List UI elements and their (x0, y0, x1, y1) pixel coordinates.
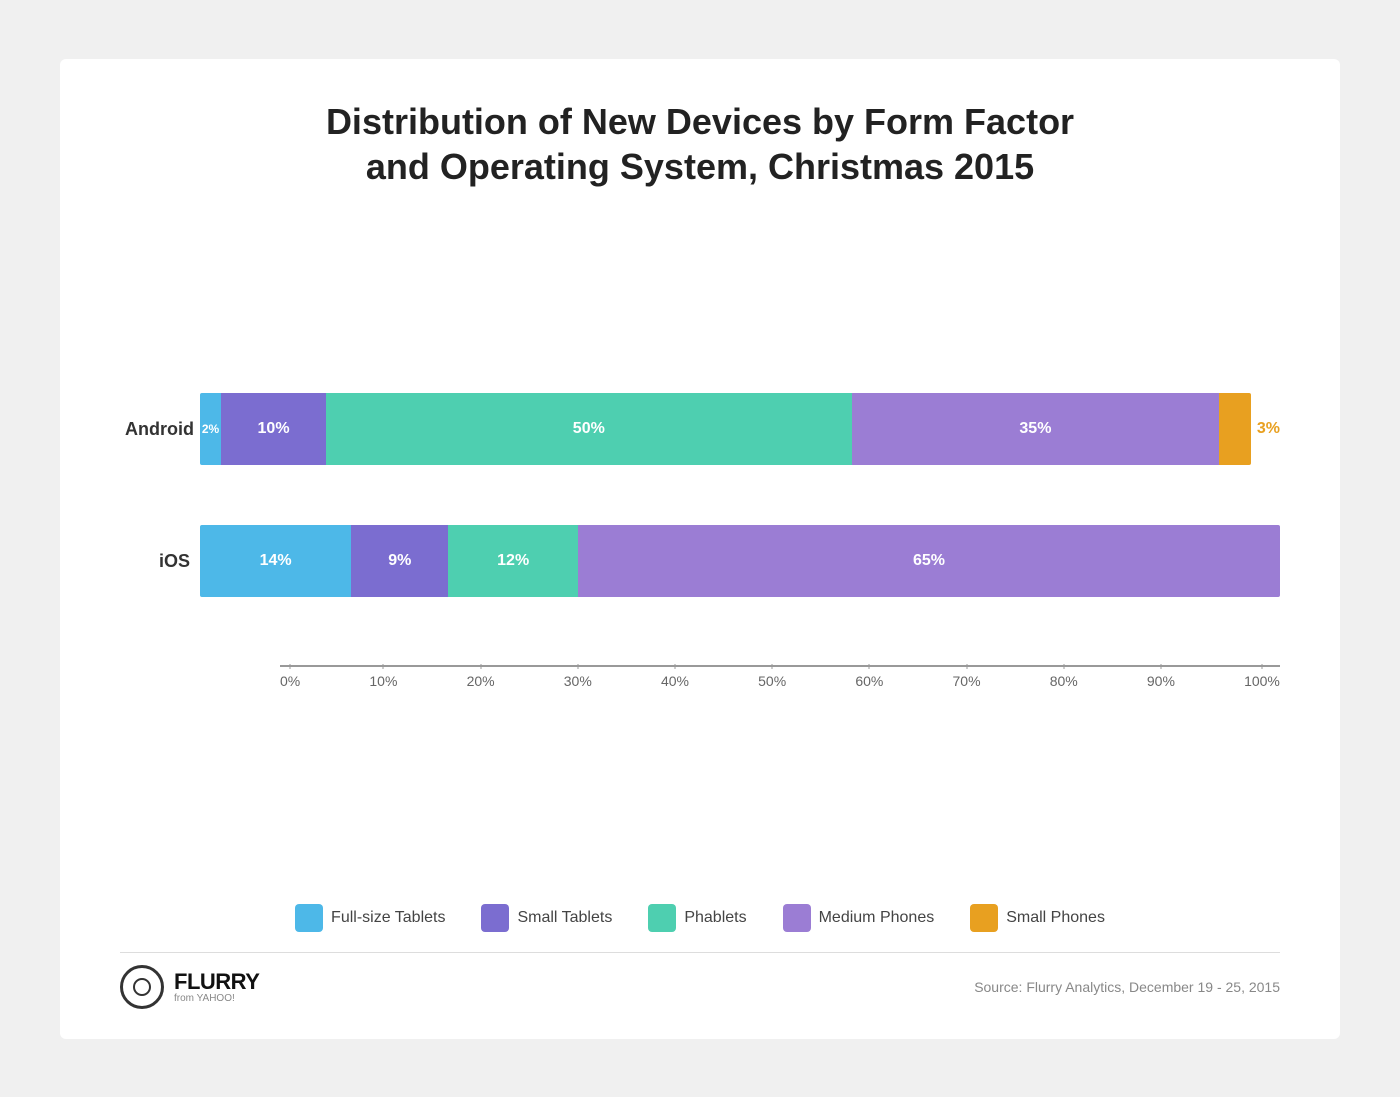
x-axis: 0% 10% 20% 30% 40% 50% 60% 70% 80% 90% 1… (280, 665, 1280, 689)
android-bar-track: 2% 10% 50% 35% (200, 393, 1251, 465)
flurry-name: FLURRY (174, 969, 259, 994)
android-bar-group: Android 2% 10% 50% 35% (200, 393, 1280, 465)
phablets-swatch (648, 904, 676, 932)
android-medium-phones-segment: 35% (852, 393, 1220, 465)
chart-container: Android 2% 10% 50% 35% (120, 393, 1280, 689)
flurry-logo-text-group: FLURRY from YAHOO! (174, 969, 259, 1004)
x-tick-2: 20% (467, 673, 495, 689)
x-tick-0: 0% (280, 673, 300, 689)
legend-medium-phones: Medium Phones (783, 904, 935, 932)
phablets-label: Phablets (684, 909, 746, 927)
legend-small-tablets: Small Tablets (481, 904, 612, 932)
flurry-logo-circle (120, 965, 164, 1009)
ios-small-tablets-segment: 9% (351, 525, 448, 597)
small-phones-label: Small Phones (1006, 909, 1105, 927)
x-tick-3: 30% (564, 673, 592, 689)
android-label: Android (125, 419, 190, 440)
ios-label: iOS (125, 551, 190, 572)
small-phones-swatch (970, 904, 998, 932)
chart-card: Distribution of New Devices by Form Fact… (60, 59, 1340, 1039)
x-tick-1: 10% (369, 673, 397, 689)
ios-medium-phones-segment: 65% (578, 525, 1280, 597)
android-small-phones-segment (1219, 393, 1251, 465)
footer: FLURRY from YAHOO! Source: Flurry Analyt… (120, 952, 1280, 1009)
chart-area: Android 2% 10% 50% 35% (120, 219, 1280, 864)
x-tick-10: 100% (1244, 673, 1280, 689)
legend: Full-size Tablets Small Tablets Phablets… (120, 894, 1280, 932)
medium-phones-swatch (783, 904, 811, 932)
android-small-tablets-segment: 10% (221, 393, 326, 465)
small-tablets-swatch (481, 904, 509, 932)
x-tick-9: 90% (1147, 673, 1175, 689)
flurry-sub: from YAHOO! (174, 993, 259, 1004)
ios-bar-group: iOS 14% 9% 12% 65% (200, 525, 1280, 597)
x-tick-7: 70% (953, 673, 981, 689)
android-fullsize-segment: 2% (200, 393, 221, 465)
x-tick-5: 50% (758, 673, 786, 689)
ios-phablets-segment: 12% (448, 525, 578, 597)
android-phablets-segment: 50% (326, 393, 851, 465)
fullsize-tablets-label: Full-size Tablets (331, 909, 445, 927)
source-text: Source: Flurry Analytics, December 19 - … (974, 979, 1280, 995)
android-small-phones-label: 3% (1257, 420, 1280, 438)
legend-phablets: Phablets (648, 904, 746, 932)
x-tick-4: 40% (661, 673, 689, 689)
x-tick-6: 60% (855, 673, 883, 689)
chart-title: Distribution of New Devices by Form Fact… (120, 99, 1280, 189)
legend-small-phones: Small Phones (970, 904, 1105, 932)
x-tick-8: 80% (1050, 673, 1078, 689)
small-tablets-label: Small Tablets (517, 909, 612, 927)
flurry-logo: FLURRY from YAHOO! (120, 965, 259, 1009)
ios-bar-track: 14% 9% 12% 65% (200, 525, 1280, 597)
flurry-logo-inner (133, 978, 151, 996)
legend-fullsize-tablets: Full-size Tablets (295, 904, 445, 932)
medium-phones-label: Medium Phones (819, 909, 935, 927)
ios-fullsize-segment: 14% (200, 525, 351, 597)
fullsize-tablets-swatch (295, 904, 323, 932)
